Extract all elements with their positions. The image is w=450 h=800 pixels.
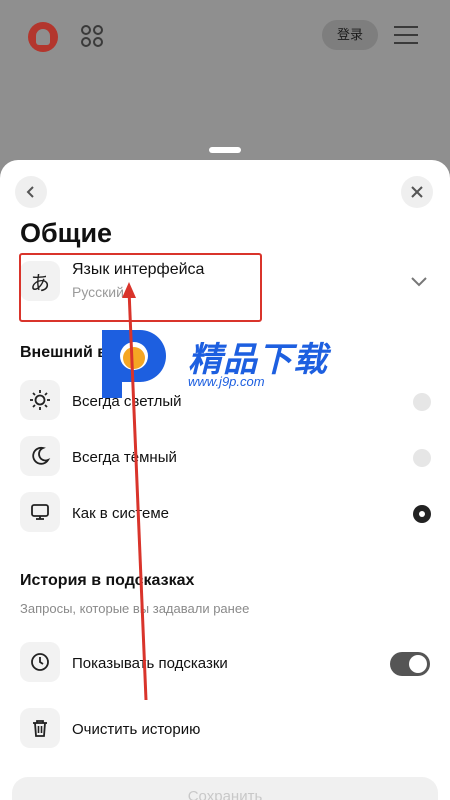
annotation-highlight-box <box>19 253 262 322</box>
theme-radio-system[interactable] <box>413 505 431 523</box>
history-section-title: История в подсказках <box>20 572 195 589</box>
sheet-grabber[interactable] <box>209 147 241 153</box>
menu-icon[interactable] <box>394 24 418 46</box>
close-icon <box>411 186 423 198</box>
theme-radio-light[interactable] <box>413 393 431 411</box>
back-button[interactable] <box>15 176 47 208</box>
chevron-down-icon[interactable] <box>410 275 428 287</box>
close-button[interactable] <box>401 176 433 208</box>
monitor-icon <box>20 492 60 532</box>
watermark: 精品下载 www.j9p.com <box>92 322 352 402</box>
watermark-url: www.j9p.com <box>188 374 265 389</box>
theme-option-system[interactable]: Как в системе <box>20 492 440 536</box>
theme-option-label: Как в системе <box>72 505 170 522</box>
theme-radio-dark[interactable] <box>413 449 431 467</box>
settings-sheet: Общие あ Язык интерфейса Русский Внешний … <box>0 160 450 800</box>
dimmed-header: 登录 <box>0 0 450 150</box>
theme-option-dark[interactable]: Всегда тёмный <box>20 436 440 480</box>
login-button[interactable]: 登录 <box>322 20 378 50</box>
theme-option-label: Всегда тёмный <box>72 449 177 466</box>
clock-icon <box>20 642 60 682</box>
alice-logo[interactable] <box>28 22 58 52</box>
apps-grid-icon[interactable] <box>80 24 104 48</box>
save-button[interactable]: Сохранить <box>12 777 438 800</box>
clear-history-label: Очистить историю <box>72 721 201 738</box>
clear-history-button[interactable]: Очистить историю <box>20 708 440 752</box>
page-title: Общие <box>20 218 113 248</box>
chevron-left-icon <box>26 186 34 198</box>
show-suggestions-setting[interactable]: Показывать подсказки <box>20 642 440 686</box>
trash-icon <box>20 708 60 748</box>
moon-icon <box>20 436 60 476</box>
show-suggestions-toggle[interactable] <box>390 652 430 676</box>
watermark-logo <box>102 330 166 398</box>
show-suggestions-label: Показывать подсказки <box>72 655 228 672</box>
history-section-subtitle: Запросы, которые вы задавали ранее <box>20 601 250 616</box>
sun-icon <box>20 380 60 420</box>
